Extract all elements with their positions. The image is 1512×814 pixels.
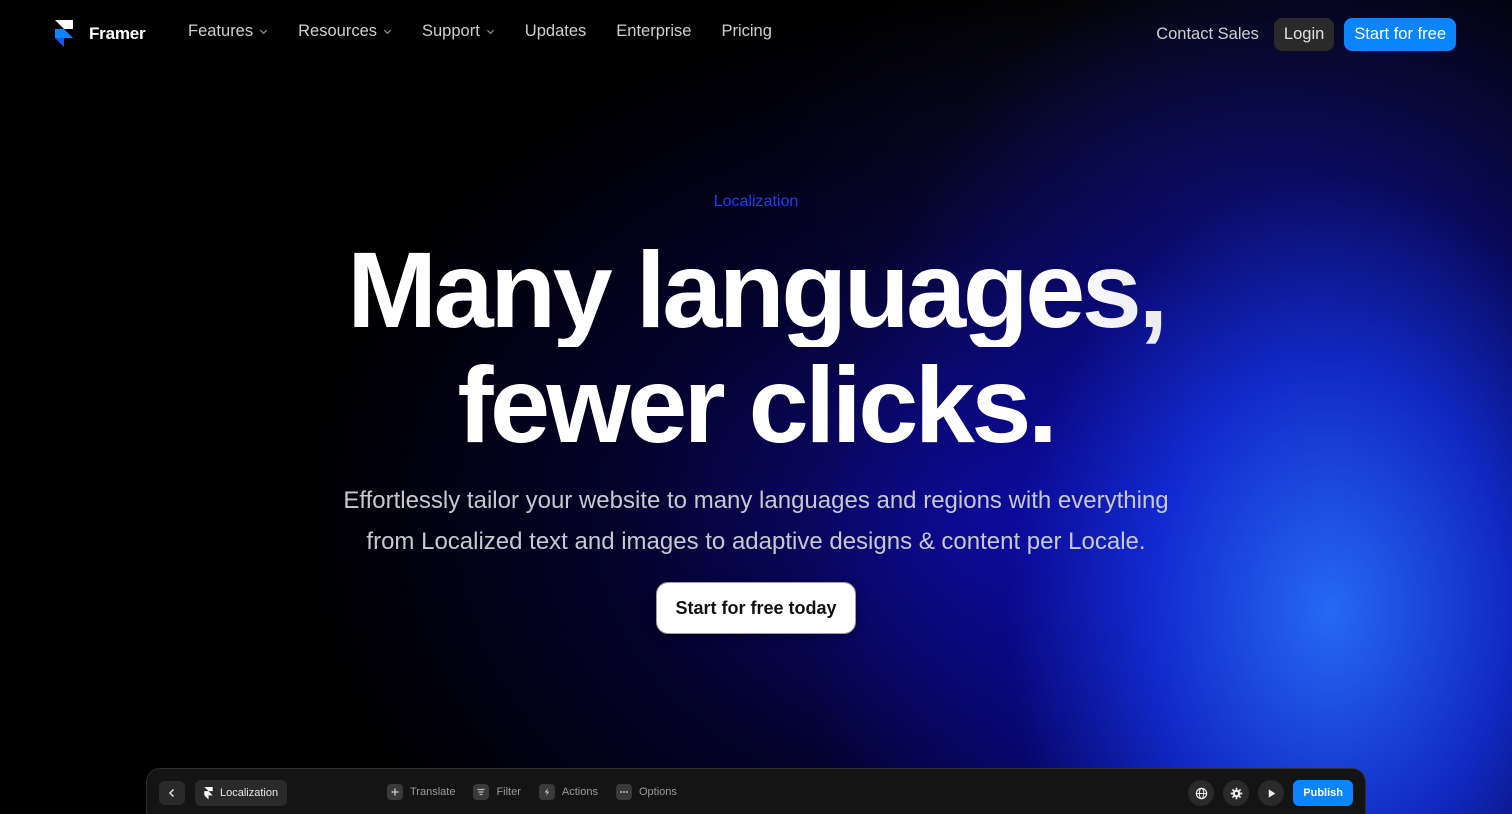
- dots-icon: [615, 784, 632, 800]
- nav-link-label: Updates: [524, 22, 587, 40]
- publish-button[interactable]: Publish: [1293, 780, 1353, 806]
- chevron-down-icon: [383, 29, 392, 35]
- toolbar-tools: Translate Filter Actions Options: [387, 784, 695, 800]
- editor-toolbar-preview: Localization Translate Filter Actions Op…: [146, 768, 1366, 814]
- tool-label: Options: [638, 786, 677, 798]
- localization-chip[interactable]: Localization: [195, 780, 288, 806]
- nav-link-pricing[interactable]: Pricing: [721, 22, 771, 41]
- subtitle-line-1: Effortlessly tailor your website to many…: [343, 487, 1169, 514]
- nav-link-resources[interactable]: Resources: [298, 22, 392, 41]
- play-icon: [1268, 788, 1276, 798]
- nav-actions: Contact Sales Login Start for free: [1156, 18, 1456, 51]
- tool-label: Translate: [410, 786, 456, 798]
- brand-name: Framer: [89, 24, 146, 43]
- toolbar-actions: Publish: [1188, 780, 1353, 806]
- subtitle-line-2: from Localized text and images to adapti…: [366, 528, 1146, 555]
- page: Framer Features Resources Support Update…: [0, 0, 1512, 814]
- globe-button[interactable]: [1188, 780, 1215, 806]
- translate-tool[interactable]: Translate: [387, 784, 455, 800]
- actions-tool[interactable]: Actions: [538, 784, 598, 800]
- nav-link-support[interactable]: Support: [422, 22, 495, 41]
- nav-link-label: Resources: [298, 22, 377, 40]
- back-button[interactable]: [159, 781, 185, 805]
- preview-button[interactable]: [1258, 780, 1285, 806]
- bolt-icon: [538, 784, 555, 800]
- gear-icon: [1230, 787, 1243, 799]
- hero-eyebrow: Localization: [713, 193, 799, 210]
- settings-button[interactable]: [1223, 780, 1250, 806]
- brand-logo[interactable]: Framer: [55, 20, 146, 48]
- nav-link-updates[interactable]: Updates: [525, 22, 586, 41]
- framer-logo-icon: [55, 20, 73, 47]
- chevron-down-icon: [260, 29, 268, 35]
- nav-link-label: Pricing: [721, 22, 772, 40]
- start-for-free-button[interactable]: Start for free: [1344, 18, 1456, 51]
- options-tool[interactable]: Options: [615, 784, 677, 800]
- chevron-left-icon: [168, 788, 175, 798]
- chevron-down-icon: [486, 29, 494, 35]
- nav-link-label: Support: [422, 22, 480, 40]
- contact-sales-link[interactable]: Contact Sales: [1156, 25, 1259, 44]
- headline-line-1: Many languages,: [0, 232, 1512, 347]
- tool-label: Actions: [561, 786, 598, 798]
- login-button[interactable]: Login: [1273, 18, 1335, 51]
- nav-link-enterprise[interactable]: Enterprise: [616, 22, 691, 41]
- headline-line-2: fewer clicks.: [457, 344, 1058, 465]
- tool-label: Filter: [496, 786, 521, 798]
- top-nav: Framer Features Resources Support Update…: [0, 0, 1512, 70]
- nav-links: Features Resources Support Updates Enter…: [188, 22, 802, 41]
- filter-icon: [473, 784, 490, 800]
- globe-icon: [1195, 787, 1207, 799]
- nav-link-features[interactable]: Features: [188, 22, 268, 41]
- nav-link-label: Enterprise: [616, 22, 692, 40]
- plus-square-icon: [387, 784, 403, 800]
- framer-logo-icon: [204, 786, 213, 800]
- start-for-free-today-button[interactable]: Start for free today: [657, 583, 855, 633]
- hero-subtitle: Effortlessly tailor your website to many…: [0, 480, 1512, 562]
- hero-headline: Many languages, fewer clicks.: [0, 232, 1512, 462]
- filter-tool[interactable]: Filter: [473, 784, 521, 800]
- chip-label: Localization: [220, 787, 279, 799]
- nav-link-label: Features: [188, 22, 254, 40]
